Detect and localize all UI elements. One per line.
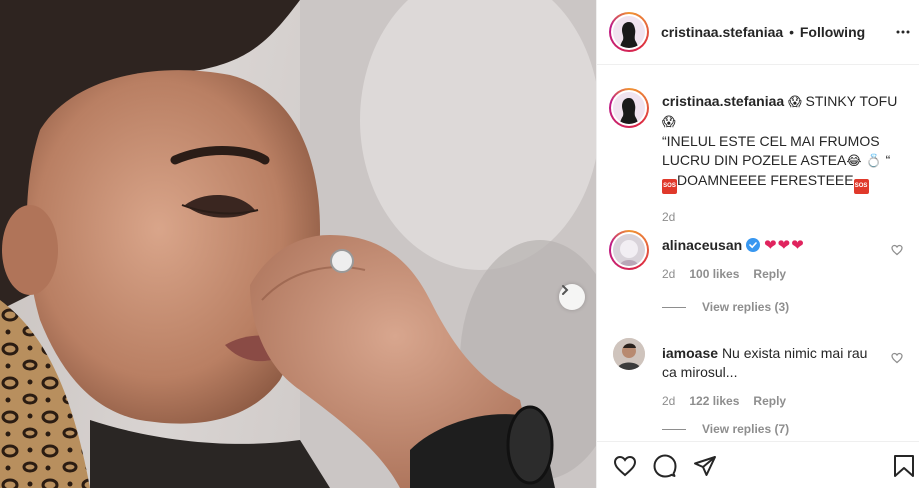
heart-icon xyxy=(613,455,637,477)
caption-username[interactable]: cristinaa.stefaniaa xyxy=(662,93,784,109)
commenter-avatar[interactable] xyxy=(613,338,645,370)
view-replies-label: View replies (3) xyxy=(702,300,790,314)
comment-item: alinaceusan ❤❤❤ 2d 100 likes Reply xyxy=(609,230,903,310)
comment-likes[interactable]: 122 likes xyxy=(689,392,739,411)
caption: cristinaa.stefaniaa 😱 STINKY TOFU 😱 “INE… xyxy=(609,88,903,224)
caption-time[interactable]: 2d xyxy=(662,208,675,227)
post-side-panel: cristinaa.stefaniaa • Following cristina… xyxy=(596,0,919,488)
post-image xyxy=(0,0,596,488)
comment-username[interactable]: iamoase xyxy=(662,345,718,361)
comments-list[interactable]: cristinaa.stefaniaa 😱 STINKY TOFU 😱 “INE… xyxy=(597,66,919,436)
action-bar xyxy=(597,441,919,488)
avatar-photo xyxy=(620,240,638,266)
heart-icon xyxy=(891,244,903,256)
header-separator: • xyxy=(789,24,794,40)
more-horizontal-icon xyxy=(896,30,910,34)
ring-emoji: 💍 xyxy=(865,154,882,169)
comment-username[interactable]: alinaceusan xyxy=(662,237,742,253)
like-button[interactable] xyxy=(613,454,637,481)
avatar-silhouette xyxy=(620,22,638,48)
sos-emoji: SOS xyxy=(853,179,869,194)
header-username[interactable]: cristinaa.stefaniaa xyxy=(661,24,783,40)
replies-line xyxy=(662,428,686,430)
caption-avatar[interactable] xyxy=(609,88,649,128)
comment-icon xyxy=(653,454,677,478)
view-replies-button[interactable]: View replies (3) xyxy=(662,300,789,314)
caption-line3: DOAMNEEEE FERESTEEE xyxy=(677,172,854,188)
caption-title: STINKY TOFU xyxy=(805,93,898,109)
paper-plane-icon xyxy=(694,456,716,476)
view-replies-label: View replies (7) xyxy=(702,422,790,436)
commenter-avatar[interactable] xyxy=(609,230,649,270)
next-photo-button[interactable] xyxy=(559,284,585,310)
post-photo[interactable] xyxy=(0,0,596,488)
sos-emoji: SOS xyxy=(662,179,677,194)
replies-line xyxy=(662,306,686,308)
following-button[interactable]: Following xyxy=(800,24,865,40)
comment-time[interactable]: 2d xyxy=(662,265,675,284)
reply-button[interactable]: Reply xyxy=(753,265,786,284)
view-replies-button[interactable]: View replies (7) xyxy=(662,422,789,436)
like-comment-button[interactable] xyxy=(891,351,903,367)
like-comment-button[interactable] xyxy=(891,243,903,259)
comment-time[interactable]: 2d xyxy=(662,392,675,411)
avatar-photo xyxy=(613,338,645,370)
laugh-emoji: 😂 xyxy=(846,154,862,169)
avatar-silhouette xyxy=(620,98,638,124)
verified-badge-icon xyxy=(746,238,761,252)
post-header: cristinaa.stefaniaa • Following xyxy=(597,0,919,65)
caption-quote-close: “ xyxy=(885,152,891,168)
save-button[interactable] xyxy=(893,454,915,481)
comment-text: ❤❤❤ xyxy=(763,236,805,254)
bookmark-icon xyxy=(894,455,914,477)
scream-emoji: 😱 xyxy=(788,95,802,110)
comment-button[interactable] xyxy=(653,454,677,481)
heart-icon xyxy=(891,352,903,364)
comment-likes[interactable]: 100 likes xyxy=(689,265,739,284)
scream-emoji: 😱 xyxy=(662,115,676,130)
chevron-right-icon xyxy=(562,285,569,295)
author-avatar[interactable] xyxy=(609,12,649,52)
more-options-button[interactable] xyxy=(895,24,911,43)
reply-button[interactable]: Reply xyxy=(753,392,786,411)
share-button[interactable] xyxy=(693,454,717,481)
comment-item: iamoase Nu exista nimic mai rau ca miros… xyxy=(609,338,903,418)
